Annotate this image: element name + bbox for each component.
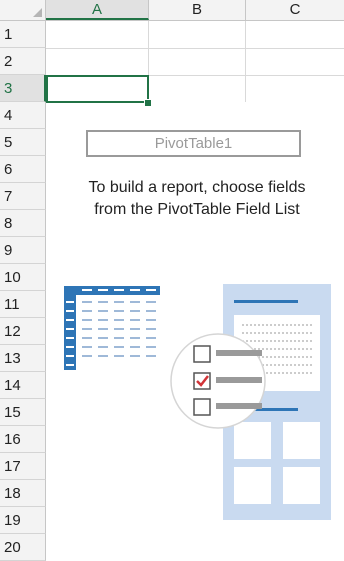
checklist-icon — [170, 333, 266, 429]
spreadsheet: A B C 1 2 3 4 5 6 7 8 9 10 11 12 13 14 15 16 17 18 19 20 Pi… — [0, 0, 344, 561]
table-grid-icon — [64, 286, 160, 370]
pivot-table-illustration-icon — [64, 284, 331, 520]
